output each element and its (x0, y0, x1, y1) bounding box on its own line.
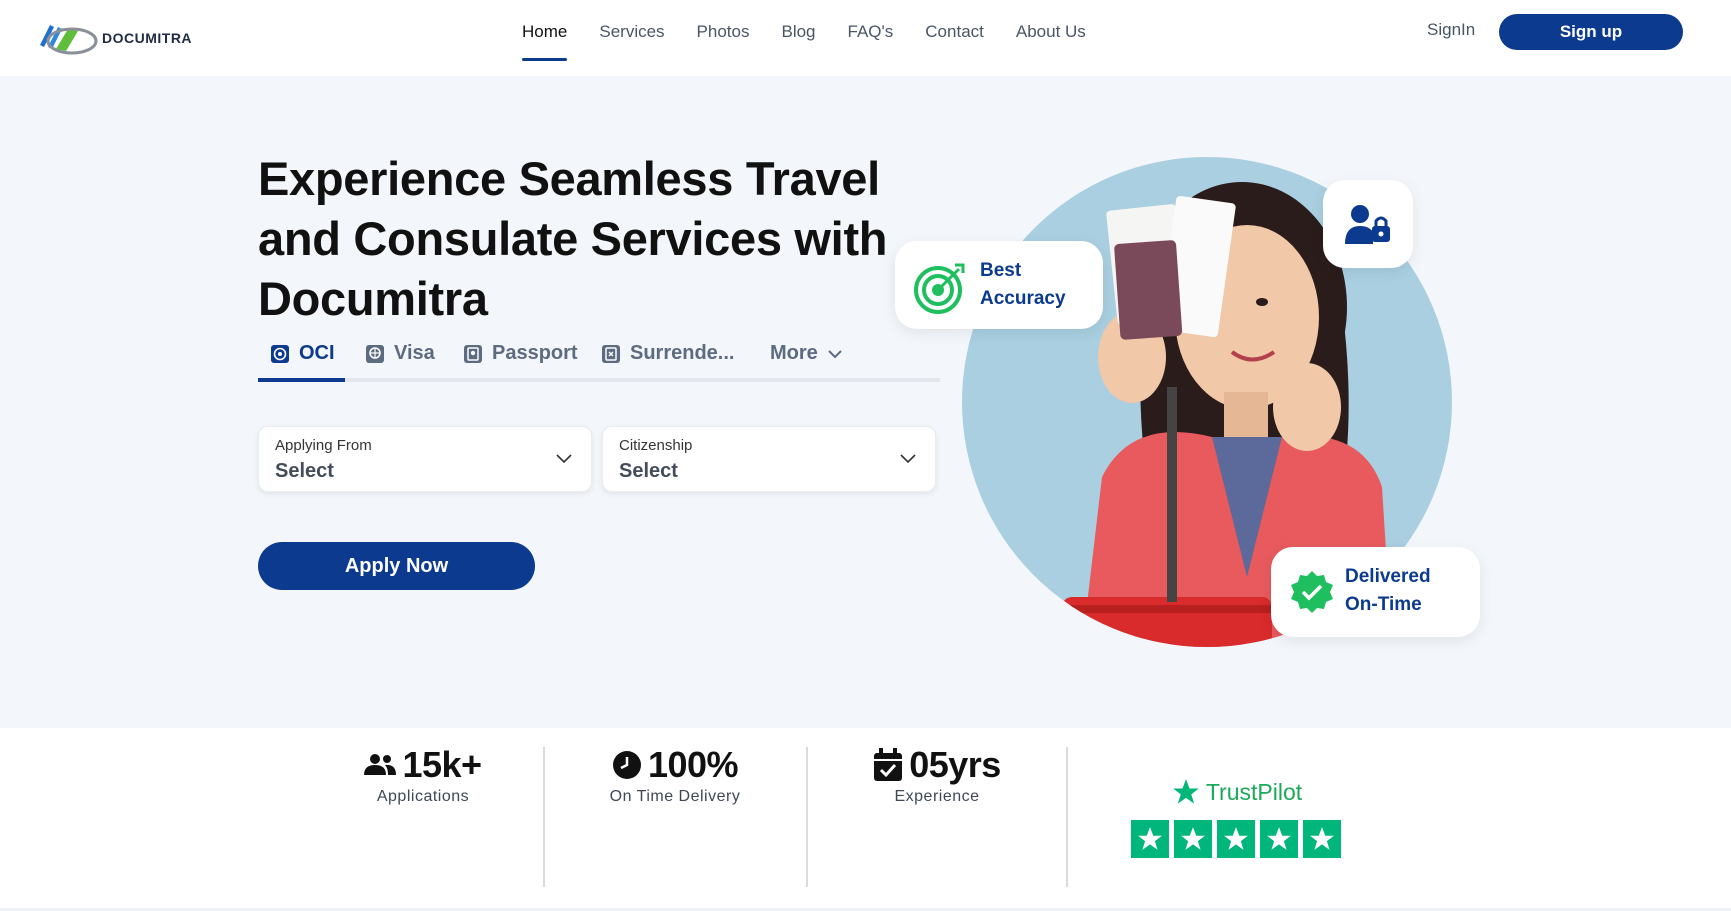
visa-icon (365, 344, 385, 364)
tab-surrender[interactable]: Surrende... (601, 342, 734, 365)
stat-applications-value: 15k+ (402, 744, 482, 785)
delivered-line2: On-Time (1345, 594, 1422, 615)
stats-divider (806, 747, 808, 887)
trustpilot-rating[interactable]: TrustPilot (1131, 778, 1343, 858)
delivered-on-time-badge: Delivered On-Time (1271, 547, 1480, 637)
tab-oci-label: OCI (299, 342, 335, 364)
nav-services[interactable]: Services (599, 0, 664, 64)
site-header: DOCUMITRA Home Services Photos Blog FAQ'… (0, 0, 1731, 76)
applying-from-label: Applying From (275, 437, 372, 454)
applying-from-select[interactable]: Applying From Select (258, 426, 592, 492)
brand-logo[interactable]: DOCUMITRA (36, 16, 192, 60)
nav-blog[interactable]: Blog (781, 0, 815, 64)
tab-more-label: More (770, 342, 818, 364)
stats-section: 15k+ Applications 100% On Time Delivery … (0, 728, 1731, 911)
trustpilot-stars (1131, 820, 1343, 858)
stats-divider (1066, 747, 1068, 887)
applying-from-value: Select (275, 460, 334, 482)
tab-more[interactable]: More (770, 342, 844, 365)
star-icon (1174, 820, 1212, 858)
service-tabs: OCI Visa Passport Surrende... More (258, 334, 940, 382)
oci-icon (270, 344, 290, 364)
citizenship-label: Citizenship (619, 437, 693, 454)
calendar-check-icon (874, 748, 903, 781)
citizenship-select[interactable]: Citizenship Select (602, 426, 936, 492)
delivered-line1: Delivered (1345, 566, 1431, 587)
stats-divider (543, 747, 545, 887)
main-nav: Home Services Photos Blog FAQ's Contact … (522, 0, 1118, 64)
clock-icon (612, 751, 641, 779)
star-icon (1260, 820, 1298, 858)
star-icon (1303, 820, 1341, 858)
tab-visa[interactable]: Visa (365, 342, 435, 365)
star-icon (1217, 820, 1255, 858)
hero-title: Experience Seamless Travel and Consulate… (258, 152, 888, 325)
signin-link[interactable]: SignIn (1427, 20, 1475, 40)
target-icon (914, 263, 965, 314)
trustpilot-star-icon (1173, 779, 1199, 804)
hero-section: Experience Seamless Travel and Consulate… (0, 76, 1731, 728)
nav-home[interactable]: Home (522, 0, 568, 64)
users-icon (364, 754, 397, 775)
tab-passport-label: Passport (492, 342, 578, 364)
stat-on-time-delivery: 100% On Time Delivery (600, 744, 750, 806)
brand-name: DOCUMITRA (102, 30, 193, 46)
tab-visa-label: Visa (394, 342, 435, 364)
verified-check-icon (1291, 571, 1333, 613)
accuracy-line2: Accuracy (980, 288, 1066, 309)
nav-contact[interactable]: Contact (925, 0, 984, 64)
nav-about-us[interactable]: About Us (1016, 0, 1086, 64)
stat-delivery-label: On Time Delivery (609, 788, 741, 805)
logo-mark-icon (40, 25, 98, 55)
passport-icon (463, 344, 483, 364)
nav-faqs[interactable]: FAQ's (848, 0, 894, 64)
surrender-icon (601, 344, 621, 364)
stat-applications: 15k+ Applications (364, 744, 482, 806)
best-accuracy-badge: Best Accuracy (895, 241, 1103, 329)
stat-experience-value: 05yrs (909, 744, 1001, 785)
secure-user-badge (1323, 180, 1413, 268)
stat-experience-label: Experience (894, 788, 980, 805)
nav-photos[interactable]: Photos (697, 0, 750, 64)
stat-applications-label: Applications (376, 788, 470, 805)
chevron-down-icon (900, 454, 916, 464)
active-tab-indicator (258, 378, 345, 382)
user-lock-icon (1345, 205, 1390, 244)
tab-oci[interactable]: OCI (270, 342, 335, 365)
stat-delivery-value: 100% (647, 744, 739, 785)
citizenship-value: Select (619, 460, 678, 482)
apply-now-button[interactable]: Apply Now (258, 542, 535, 590)
trustpilot-label: TrustPilot (1205, 778, 1303, 805)
accuracy-line1: Best (980, 260, 1022, 281)
stat-experience: 05yrs Experience (867, 744, 1007, 806)
chevron-down-icon (556, 454, 572, 464)
chevron-down-icon (826, 345, 844, 363)
star-icon (1131, 820, 1169, 858)
tab-surrender-label: Surrende... (630, 342, 735, 364)
tab-passport[interactable]: Passport (463, 342, 578, 365)
signup-button[interactable]: Sign up (1499, 14, 1683, 50)
